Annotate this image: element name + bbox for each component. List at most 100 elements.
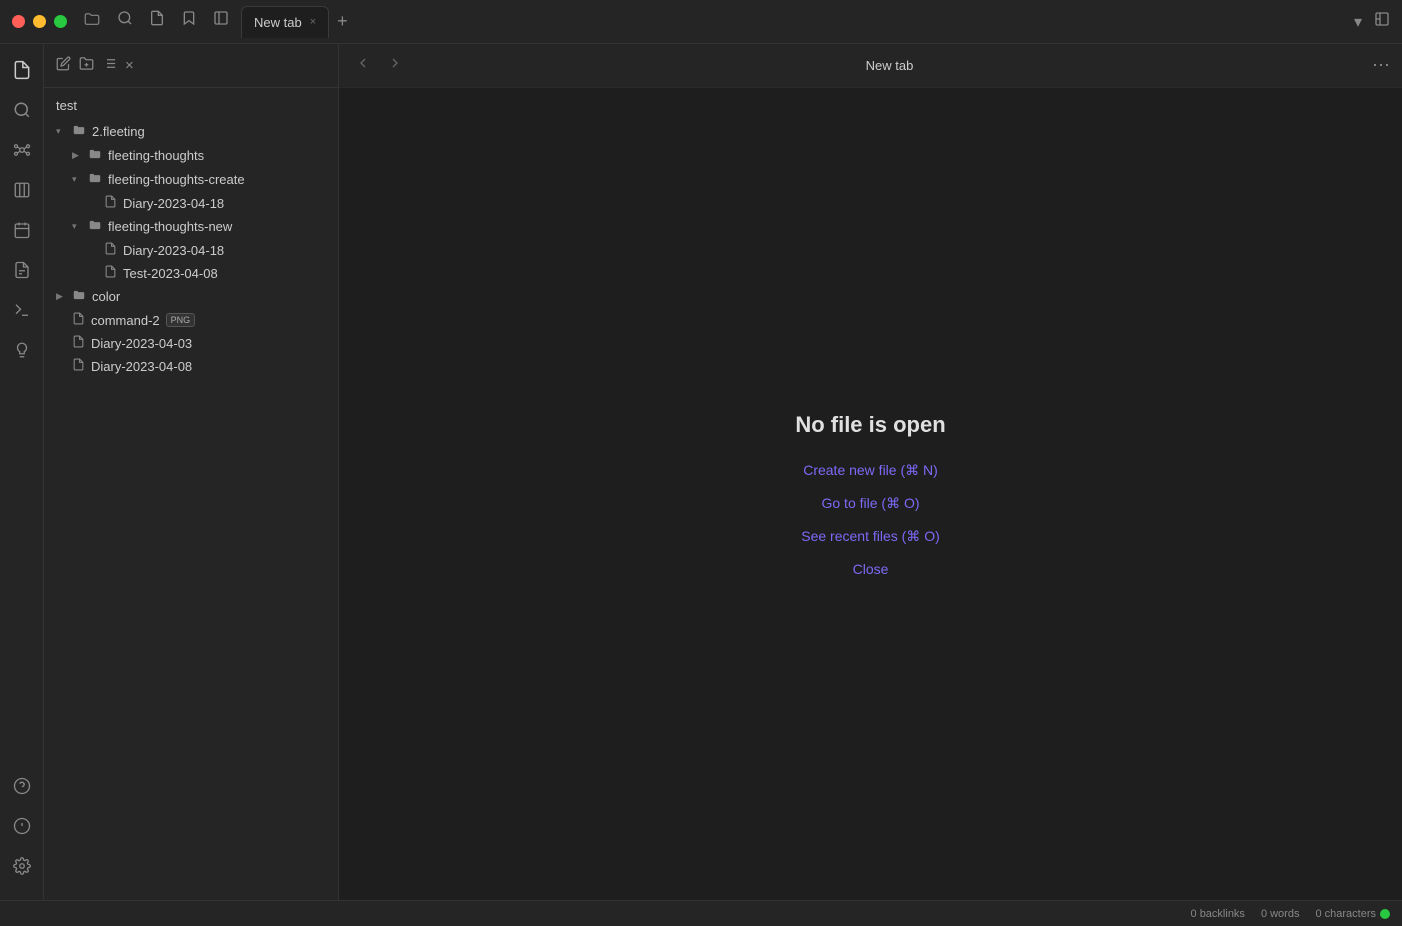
panel-icon[interactable]: [213, 10, 229, 33]
main-layout: × test ▾ 2.fleeting ▶ fleeting-thoughts: [0, 44, 1402, 900]
file-icon-command-2: [72, 312, 85, 328]
label-command-2: command-2: [91, 313, 160, 328]
activity-icon-bulb[interactable]: [4, 332, 40, 368]
tree-item-diary-2023-04-08[interactable]: Diary-2023-04-08: [48, 355, 334, 377]
tabs-container: New tab × +: [241, 6, 1354, 38]
file-icon[interactable]: [149, 10, 165, 33]
new-note-icon[interactable]: [56, 56, 71, 75]
sort-icon[interactable]: [102, 56, 117, 75]
titlebar: New tab × + ▾: [0, 0, 1402, 44]
forward-button[interactable]: [383, 51, 407, 80]
expand-arrow-fleeting-thoughts-create: ▾: [72, 174, 84, 185]
tree-item-diary-2023-04-18-b[interactable]: Diary-2023-04-18: [48, 239, 334, 261]
close-sidebar-icon[interactable]: ×: [125, 57, 134, 74]
label-diary-2023-04-18-b: Diary-2023-04-18: [123, 243, 224, 258]
activity-bar: [0, 44, 44, 900]
activity-icon-settings[interactable]: [4, 848, 40, 884]
expand-arrow-2fleeting: ▾: [56, 126, 68, 137]
activity-icon-calendar[interactable]: [4, 212, 40, 248]
tab-close-button[interactable]: ×: [310, 16, 316, 28]
file-icon-diary-b: [104, 242, 117, 258]
folder-icon-fleeting-thoughts-new: [88, 218, 102, 235]
backlinks-status: 0 backlinks: [1191, 908, 1245, 920]
label-diary-2023-04-08: Diary-2023-04-08: [91, 359, 192, 374]
file-icon-test: [104, 265, 117, 281]
backlinks-count: 0 backlinks: [1191, 908, 1245, 920]
folder-icon[interactable]: [83, 10, 101, 33]
search-icon[interactable]: [117, 10, 133, 33]
activity-icon-notes[interactable]: [4, 252, 40, 288]
tree-item-color[interactable]: ▶ color: [48, 285, 334, 308]
activity-icon-info[interactable]: [4, 808, 40, 844]
bookmark-icon[interactable]: [181, 10, 197, 33]
titlebar-icons: [83, 10, 229, 33]
activity-icon-files[interactable]: [4, 52, 40, 88]
close-window-button[interactable]: [12, 15, 25, 28]
file-icon-diary-08: [72, 358, 85, 374]
titlebar-right: ▾: [1354, 11, 1390, 32]
characters-status: 0 characters: [1315, 908, 1390, 920]
more-options-button[interactable]: ⋯: [1372, 55, 1390, 76]
tree-item-fleeting-thoughts-new[interactable]: ▾ fleeting-thoughts-new: [48, 215, 334, 238]
label-2fleeting: 2.fleeting: [92, 124, 145, 139]
folder-icon-2fleeting: [72, 123, 86, 140]
folder-icon-fleeting-thoughts-create: [88, 171, 102, 188]
sidebar-tree: ▾ 2.fleeting ▶ fleeting-thoughts ▾: [44, 119, 338, 900]
tree-item-diary-2023-04-18-a[interactable]: Diary-2023-04-18: [48, 192, 334, 214]
create-new-file-link[interactable]: Create new file (⌘ N): [803, 462, 938, 479]
activity-icon-terminal[interactable]: [4, 292, 40, 328]
label-fleeting-thoughts-create: fleeting-thoughts-create: [108, 172, 245, 187]
activity-icon-help[interactable]: [4, 768, 40, 804]
file-icon-diary-a: [104, 195, 117, 211]
label-test-2023-04-08: Test-2023-04-08: [123, 266, 218, 281]
expand-arrow-color: ▶: [56, 291, 68, 302]
tree-item-diary-2023-04-03[interactable]: Diary-2023-04-03: [48, 332, 334, 354]
words-count: 0 words: [1261, 908, 1300, 920]
folder-icon-fleeting-thoughts: [88, 147, 102, 164]
minimize-window-button[interactable]: [33, 15, 46, 28]
content-area: New tab ⋯ No file is open Create new fil…: [339, 44, 1402, 900]
file-icon-diary-03: [72, 335, 85, 351]
layout-icon[interactable]: [1374, 11, 1390, 32]
label-fleeting-thoughts: fleeting-thoughts: [108, 148, 204, 163]
new-tab[interactable]: New tab ×: [241, 6, 329, 38]
content-header: New tab ⋯: [339, 44, 1402, 88]
tree-item-command-2[interactable]: command-2 PNG: [48, 309, 334, 331]
tree-item-test-2023-04-08[interactable]: Test-2023-04-08: [48, 262, 334, 284]
label-fleeting-thoughts-new: fleeting-thoughts-new: [108, 219, 232, 234]
no-file-area: No file is open Create new file (⌘ N) Go…: [339, 88, 1402, 900]
expand-arrow-fleeting-thoughts: ▶: [72, 150, 84, 161]
activity-icon-search[interactable]: [4, 92, 40, 128]
activity-icon-kanban[interactable]: [4, 172, 40, 208]
badge-png: PNG: [166, 313, 196, 327]
tree-item-fleeting-thoughts-create[interactable]: ▾ fleeting-thoughts-create: [48, 168, 334, 191]
tab-label: New tab: [254, 15, 302, 30]
label-diary-2023-04-03: Diary-2023-04-03: [91, 336, 192, 351]
tree-item-2fleeting[interactable]: ▾ 2.fleeting: [48, 120, 334, 143]
go-to-file-link[interactable]: Go to file (⌘ O): [821, 495, 919, 512]
label-color: color: [92, 289, 120, 304]
expand-arrow-fleeting-thoughts-new: ▾: [72, 221, 84, 232]
maximize-window-button[interactable]: [54, 15, 67, 28]
new-folder-icon[interactable]: [79, 56, 94, 75]
status-bar: 0 backlinks 0 words 0 characters: [0, 900, 1402, 926]
back-button[interactable]: [351, 51, 375, 80]
sidebar-root-label: test: [44, 88, 338, 119]
tree-item-fleeting-thoughts[interactable]: ▶ fleeting-thoughts: [48, 144, 334, 167]
content-title: New tab: [415, 58, 1364, 73]
sidebar-toolbar: ×: [44, 44, 338, 88]
no-file-title: No file is open: [795, 412, 945, 438]
activity-bar-top: [4, 52, 40, 768]
sync-status-icon: [1380, 909, 1390, 919]
sidebar: × test ▾ 2.fleeting ▶ fleeting-thoughts: [44, 44, 339, 900]
window-controls: [12, 15, 67, 28]
folder-icon-color: [72, 288, 86, 305]
dropdown-icon[interactable]: ▾: [1354, 12, 1362, 32]
activity-bar-bottom: [4, 768, 40, 892]
words-status: 0 words: [1261, 908, 1300, 920]
see-recent-files-link[interactable]: See recent files (⌘ O): [801, 528, 940, 545]
add-tab-button[interactable]: +: [337, 11, 348, 32]
label-diary-2023-04-18-a: Diary-2023-04-18: [123, 196, 224, 211]
activity-icon-graph[interactable]: [4, 132, 40, 168]
close-link[interactable]: Close: [853, 561, 889, 577]
